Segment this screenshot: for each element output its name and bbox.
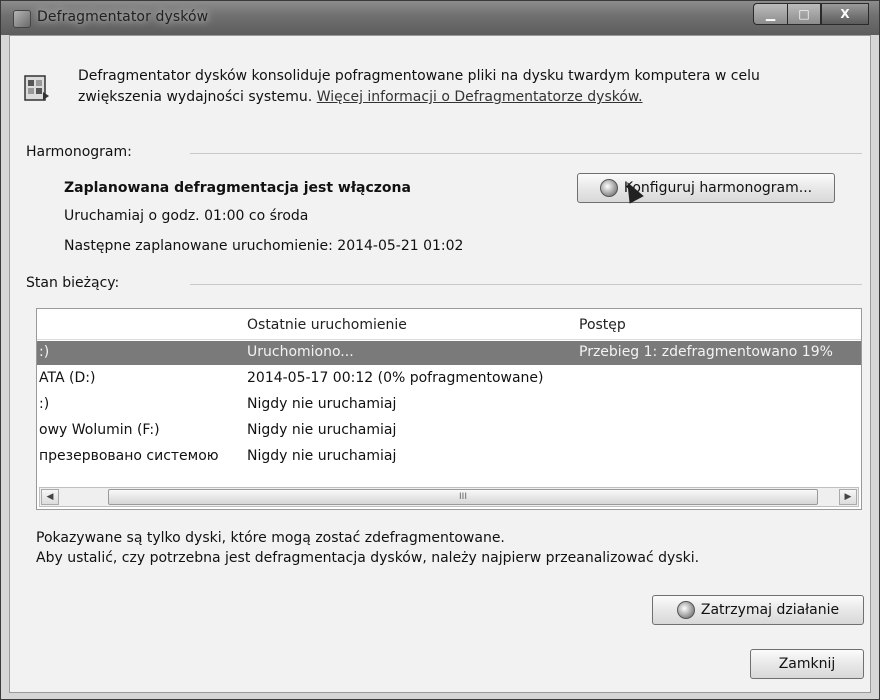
disk-name: ATA (D:) [39, 370, 96, 386]
schedule-separator [190, 153, 862, 154]
schedule-run-when: Uruchamiaj o godz. 01:00 co środa [64, 208, 309, 224]
maximize-icon: □ [798, 7, 810, 21]
minimize-icon: ▁ [765, 7, 776, 21]
disk-name: презервовано системою [39, 448, 219, 464]
note-line-2: Aby ustalić, czy potrzebna jest defragme… [36, 550, 700, 566]
intro-text: Defragmentator dysków konsoliduje pofrag… [78, 66, 838, 108]
disk-last-run: Nigdy nie uruchamiaj [247, 396, 397, 412]
defrag-app-icon [13, 10, 31, 28]
current-status-label: Stan bieżący: [26, 275, 120, 291]
horizontal-scrollbar[interactable]: ◀ III ▶ [39, 487, 859, 507]
scroll-right-button[interactable]: ▶ [839, 489, 857, 505]
column-header-progress[interactable]: Postęp [579, 317, 626, 333]
window-controls: ▁ □ X [753, 3, 869, 27]
defrag-window: Defragmentator dysków ▁ □ X Defragmentat… [0, 0, 880, 700]
maximize-button[interactable]: □ [787, 3, 821, 25]
disk-name: :) [39, 344, 50, 360]
current-status-separator [190, 284, 862, 285]
disk-row[interactable]: :) Uruchomiono... Przebieg 1: zdefragmen… [37, 341, 861, 365]
column-header-last-run[interactable]: Ostatnie uruchomienie [247, 317, 407, 333]
close-window-button[interactable]: X [821, 3, 869, 25]
disk-name: owy Wolumin (F:) [39, 422, 160, 438]
disk-row[interactable]: owy Wolumin (F:) Nigdy nie uruchamiaj [37, 419, 861, 443]
close-icon: X [840, 7, 850, 21]
stop-operation-button[interactable]: Zatrzymaj działanie [652, 595, 864, 625]
configure-schedule-button[interactable]: Konfiguruj harmonogram... [577, 173, 835, 203]
disk-list[interactable]: Ostatnie uruchomienie Postęp :) Uruchomi… [36, 308, 862, 510]
disk-last-run: Nigdy nie uruchamiaj [247, 422, 397, 438]
disk-row[interactable]: ATA (D:) 2014-05-17 00:12 (0% pofragment… [37, 367, 861, 391]
arrow-right-icon: ▶ [844, 492, 852, 502]
scroll-grip-icon: III [459, 492, 467, 502]
disk-last-run: 2014-05-17 00:12 (0% pofragmentowane) [247, 370, 544, 386]
close-button[interactable]: Zamknij [750, 649, 864, 679]
minimize-button[interactable]: ▁ [753, 3, 787, 25]
configure-schedule-label: Konfiguruj harmonogram... [623, 180, 813, 196]
defrag-icon [24, 75, 49, 101]
disk-row[interactable]: презервовано системою Nigdy nie uruchami… [37, 445, 861, 469]
scroll-left-button[interactable]: ◀ [41, 489, 59, 505]
close-button-label: Zamknij [778, 656, 836, 672]
schedule-status: Zaplanowana defragmentacja jest włączona [64, 180, 411, 196]
disk-name: :) [39, 396, 50, 412]
title-bar[interactable]: Defragmentator dysków ▁ □ X [1, 1, 879, 35]
disk-progress: Przebieg 1: zdefragmentowano 19% [579, 344, 833, 360]
more-info-link[interactable]: Więcej informacji o Defragmentatorze dys… [317, 89, 643, 105]
shield-icon [599, 179, 618, 197]
disk-last-run: Uruchomiono... [247, 344, 354, 360]
stop-operation-label: Zatrzymaj działanie [700, 602, 840, 618]
disk-last-run: Nigdy nie uruchamiaj [247, 448, 397, 464]
shield-icon [676, 601, 695, 619]
schedule-next-run: Następne zaplanowane uruchomienie: 2014-… [64, 238, 464, 254]
dialog-client: Defragmentator dysków konsoliduje pofrag… [9, 35, 871, 693]
window-title: Defragmentator dysków [37, 9, 209, 25]
arrow-left-icon: ◀ [46, 492, 54, 502]
scroll-thumb[interactable]: III [108, 489, 818, 505]
disk-row[interactable]: :) Nigdy nie uruchamiaj [37, 393, 861, 417]
schedule-label: Harmonogram: [26, 144, 132, 160]
list-header: Ostatnie uruchomienie Postęp [37, 309, 861, 340]
note-line-1: Pokazywane są tylko dyski, które mogą zo… [36, 530, 505, 546]
